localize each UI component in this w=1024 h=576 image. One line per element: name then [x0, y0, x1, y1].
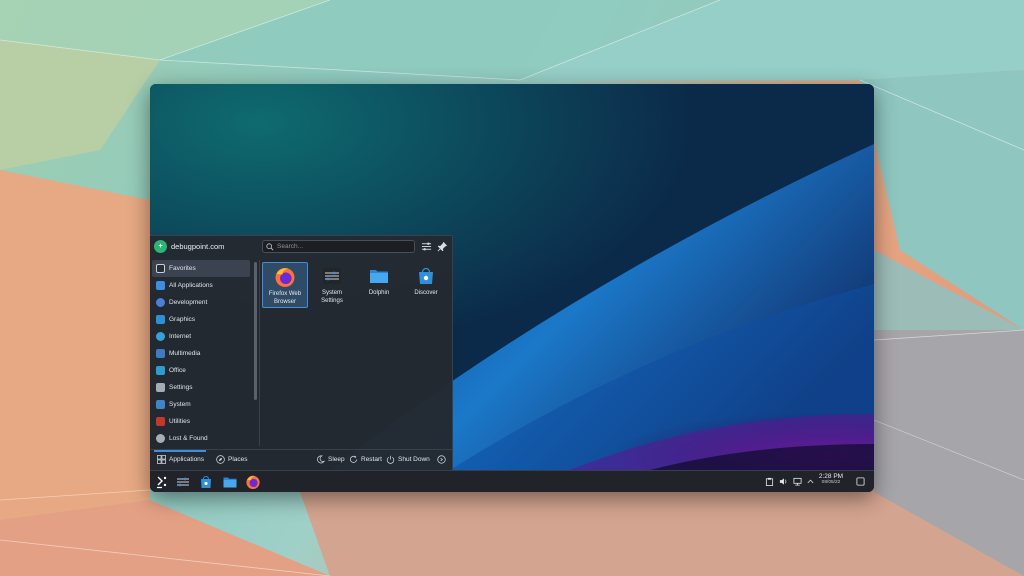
tab-places-label: Places — [228, 456, 248, 463]
utilities-icon — [156, 417, 165, 426]
category-internet[interactable]: Internet — [152, 328, 250, 345]
power-icon — [386, 455, 395, 464]
category-scrollbar[interactable] — [254, 262, 257, 400]
restart-icon — [349, 455, 358, 463]
category-utilities[interactable]: Utilities — [152, 413, 250, 430]
app-tile-dolphin-folder[interactable]: Dolphin — [356, 262, 402, 308]
active-tab-indicator — [154, 450, 206, 452]
discover-taskbar-icon[interactable] — [198, 474, 214, 490]
app-label-line1: Dolphin — [368, 290, 390, 296]
category-label: Graphics — [169, 316, 196, 323]
bookmark-icon — [156, 264, 165, 273]
multimedia-icon — [156, 349, 165, 358]
show-desktop-icon[interactable] — [856, 477, 865, 486]
sleep-label: Sleep — [328, 456, 345, 463]
category-settings[interactable]: Settings — [152, 379, 250, 396]
menu-divider — [259, 260, 260, 446]
sleep-icon — [317, 455, 325, 464]
favorites-grid: Firefox Web Browser System Settings Dolphin D… — [261, 260, 451, 446]
tab-applications[interactable]: Applications — [157, 455, 204, 464]
discover-icon — [419, 267, 433, 284]
settings-icon — [156, 383, 165, 392]
graphics-icon — [156, 315, 165, 324]
launcher-footer: Applications Places Sleep Restart Shut D… — [150, 449, 452, 471]
firefox-taskbar-icon[interactable] — [245, 474, 261, 490]
app-label-line1: Firefox Web — [268, 291, 302, 297]
lost-found-icon — [156, 434, 165, 443]
category-label: All Applications — [169, 282, 213, 289]
network-icon[interactable] — [793, 477, 802, 486]
kde-launcher-icon[interactable] — [154, 474, 170, 490]
search-icon — [266, 242, 274, 250]
category-label: System — [169, 401, 191, 408]
category-multimedia[interactable]: Multimedia — [152, 345, 250, 362]
applications-grid-icon — [157, 455, 166, 464]
launcher-header: + debugpoint.com Search... — [150, 236, 452, 258]
category-list: Favorites All Applications Development Grap… — [152, 260, 250, 446]
category-favorites[interactable]: Favorites — [152, 260, 250, 277]
taskbar: 2:28 PM 08/05/22 — [150, 470, 874, 492]
category-label: Lost & Found — [169, 435, 208, 442]
tab-applications-label: Applications — [169, 456, 205, 463]
app-tile-system-settings[interactable]: System Settings — [309, 262, 355, 308]
username-label: debugpoint.com — [171, 242, 225, 251]
category-label: Multimedia — [169, 350, 201, 357]
app-label-line1: System — [321, 290, 342, 296]
user-avatar[interactable]: + — [154, 240, 167, 253]
category-label: Favorites — [169, 265, 196, 272]
app-label-line1: Discover — [414, 290, 438, 296]
tab-places[interactable]: Places — [216, 455, 248, 464]
system-icon — [156, 400, 165, 409]
category-lost-found[interactable]: Lost & Found — [152, 430, 250, 447]
clock-time: 2:28 PM — [818, 473, 844, 480]
pin-icon[interactable] — [437, 241, 448, 252]
digital-clock[interactable]: 2:28 PM 08/05/22 — [814, 473, 848, 485]
category-label: Office — [169, 367, 186, 374]
app-label-line2: Browser — [273, 299, 296, 305]
category-label: Settings — [169, 384, 193, 391]
clipboard-icon[interactable] — [765, 477, 774, 486]
sleep-button[interactable]: Sleep — [316, 455, 345, 464]
development-icon — [156, 298, 165, 307]
category-development[interactable]: Development — [152, 294, 250, 311]
category-graphics[interactable]: Graphics — [152, 311, 250, 328]
category-label: Development — [169, 299, 208, 306]
compass-icon — [216, 455, 225, 464]
clock-date: 08/05/22 — [821, 480, 841, 485]
volume-icon[interactable] — [779, 477, 788, 486]
desktop-screen: + debugpoint.com Search... Favorites All… — [150, 84, 874, 492]
dolphin-taskbar-icon[interactable] — [222, 474, 238, 490]
category-system[interactable]: System — [152, 396, 250, 413]
configure-icon[interactable] — [421, 241, 432, 252]
app-label-line2: Settings — [321, 298, 343, 304]
system-settings-icon — [323, 268, 341, 284]
firefox-icon — [275, 268, 295, 287]
shutdown-label: Shut Down — [398, 456, 430, 463]
category-label: Internet — [169, 333, 192, 340]
shutdown-button[interactable]: Shut Down — [386, 455, 430, 464]
app-tile-firefox[interactable]: Firefox Web Browser — [262, 262, 308, 308]
leave-icon — [437, 455, 446, 464]
category-office[interactable]: Office — [152, 362, 250, 379]
office-icon — [156, 366, 165, 375]
avatar-initial: + — [158, 243, 163, 250]
system-settings-taskbar-icon[interactable] — [175, 474, 191, 490]
category-all-applications[interactable]: All Applications — [152, 277, 250, 294]
dolphin-folder-icon — [370, 270, 388, 283]
globe-icon — [156, 332, 165, 341]
restart-label: Restart — [361, 456, 382, 463]
leave-button[interactable] — [437, 455, 449, 464]
restart-button[interactable]: Restart — [349, 455, 382, 464]
app-tile-discover[interactable]: Discover — [403, 262, 449, 308]
search-placeholder: Search... — [277, 243, 304, 250]
category-label: Utilities — [169, 418, 190, 425]
application-launcher: + debugpoint.com Search... Favorites All… — [150, 235, 453, 471]
grid-icon — [156, 281, 165, 290]
search-field[interactable]: Search... — [262, 240, 415, 253]
